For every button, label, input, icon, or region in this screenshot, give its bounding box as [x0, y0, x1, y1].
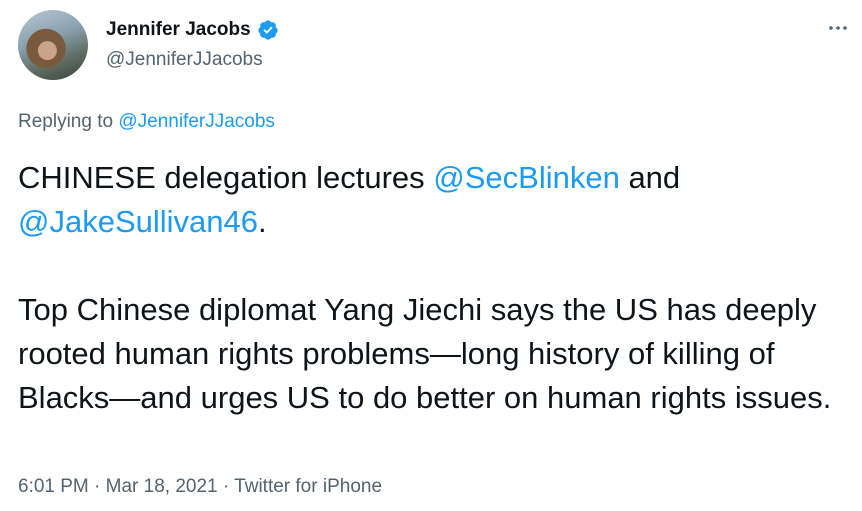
- replying-to: Replying to @JenniferJJacobs: [18, 111, 275, 133]
- meta-separator: ·: [88, 476, 106, 497]
- tweet-text-segment: .: [258, 204, 267, 239]
- author-handle[interactable]: @JenniferJJacobs: [106, 49, 279, 71]
- author-name[interactable]: Jennifer Jacobs: [106, 19, 251, 41]
- tweet-text-segment: CHINESE delegation lectures: [18, 160, 434, 195]
- replying-prefix: Replying to: [18, 111, 114, 132]
- mention-jakesullivan46[interactable]: @JakeSullivan46: [18, 204, 258, 239]
- tweet-source[interactable]: Twitter for iPhone: [234, 476, 382, 497]
- author-block: Jennifer Jacobs @JenniferJJacobs: [106, 19, 279, 71]
- tweet-text: CHINESE delegation lectures @SecBlinken …: [18, 156, 858, 420]
- tweet-paragraph-2: Top Chinese diplomat Yang Jiechi says th…: [18, 292, 832, 415]
- verified-badge-icon: [257, 19, 279, 41]
- name-row: Jennifer Jacobs: [106, 19, 279, 41]
- tweet-text-segment: and: [619, 160, 681, 195]
- tweet-card: Jennifer Jacobs @JenniferJJacobs Replyin…: [0, 0, 862, 511]
- avatar[interactable]: [18, 10, 88, 80]
- more-horizontal-icon[interactable]: [826, 16, 850, 46]
- tweet-time[interactable]: 6:01 PM: [18, 476, 89, 497]
- replying-handle-link[interactable]: @JenniferJJacobs: [118, 111, 275, 132]
- tweet-meta: 6:01 PM · Mar 18, 2021 · Twitter for iPh…: [18, 476, 382, 498]
- tweet-paragraph-1: CHINESE delegation lectures @SecBlinken …: [18, 156, 858, 244]
- tweet-date[interactable]: Mar 18, 2021: [106, 476, 218, 497]
- mention-secblinken[interactable]: @SecBlinken: [433, 160, 620, 195]
- meta-separator: ·: [217, 476, 235, 497]
